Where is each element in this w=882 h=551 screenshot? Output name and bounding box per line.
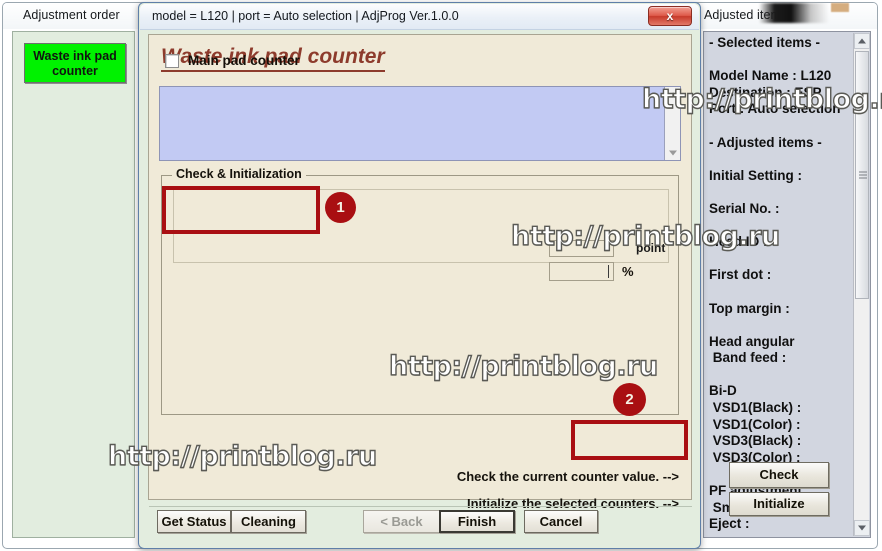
scroll-down-arrow-icon[interactable] [854,520,870,536]
text-caret [608,265,609,278]
annotation-rect-check-button [571,420,688,460]
message-log-scrollbar[interactable] [664,87,680,160]
cancel-button[interactable]: Cancel [524,510,598,533]
adjustment-order-panel: Waste ink pad counter [12,31,135,538]
footer-divider [149,506,692,507]
scroll-down-arrow-icon[interactable] [665,145,680,160]
check-counter-instruction: Check the current counter value. --> [456,469,679,484]
message-log-box[interactable] [159,86,681,161]
point-input[interactable] [549,240,614,257]
dialog-title: model = L120 | port = Auto selection | A… [152,9,459,23]
waste-ink-pad-counter-dialog: model = L120 | port = Auto selection | A… [138,2,882,549]
point-label: point [636,241,666,255]
scrollbar-thumb[interactable] [855,51,869,299]
percent-input[interactable] [549,262,614,281]
main-pad-counter-checkbox[interactable] [165,53,179,68]
group-legend: Check & Initialization [172,167,306,181]
adjustment-order-panel-title: Adjustment order [23,8,120,22]
initialize-button[interactable]: Initialize [729,492,829,516]
adjusted-items-scrollbar[interactable] [853,33,870,536]
redaction-smudge-secondary [831,3,849,12]
dialog-titlebar: model = L120 | port = Auto selection | A… [140,4,699,30]
cleaning-button[interactable]: Cleaning [231,510,306,533]
main-pad-counter-checkbox-row[interactable]: Main pad counter [165,53,300,68]
order-item-waste-ink-pad-counter[interactable]: Waste ink pad counter [24,43,126,83]
get-status-button[interactable]: Get Status [157,510,231,533]
annotation-badge-2: 2 [613,383,646,416]
scroll-up-arrow-icon[interactable] [665,87,680,102]
screenshot-root: Adjustment order Adjusted items Waste in… [0,0,882,551]
finish-button[interactable]: Finish [439,510,515,533]
adjusted-items-text: - Selected items - Model Name : L120 Des… [709,35,841,532]
annotation-rect-checkbox [162,186,320,234]
initialize-counter-instruction: Initialize the selected counters. --> [466,496,679,511]
scroll-up-arrow-icon[interactable] [854,33,870,49]
check-button[interactable]: Check [729,462,829,488]
back-button: < Back [363,510,440,533]
close-icon[interactable]: x [648,6,692,26]
main-pad-counter-label: Main pad counter [188,53,300,68]
annotation-badge-1: 1 [325,192,356,223]
redaction-smudge [759,3,829,23]
percent-label: % [622,264,634,279]
